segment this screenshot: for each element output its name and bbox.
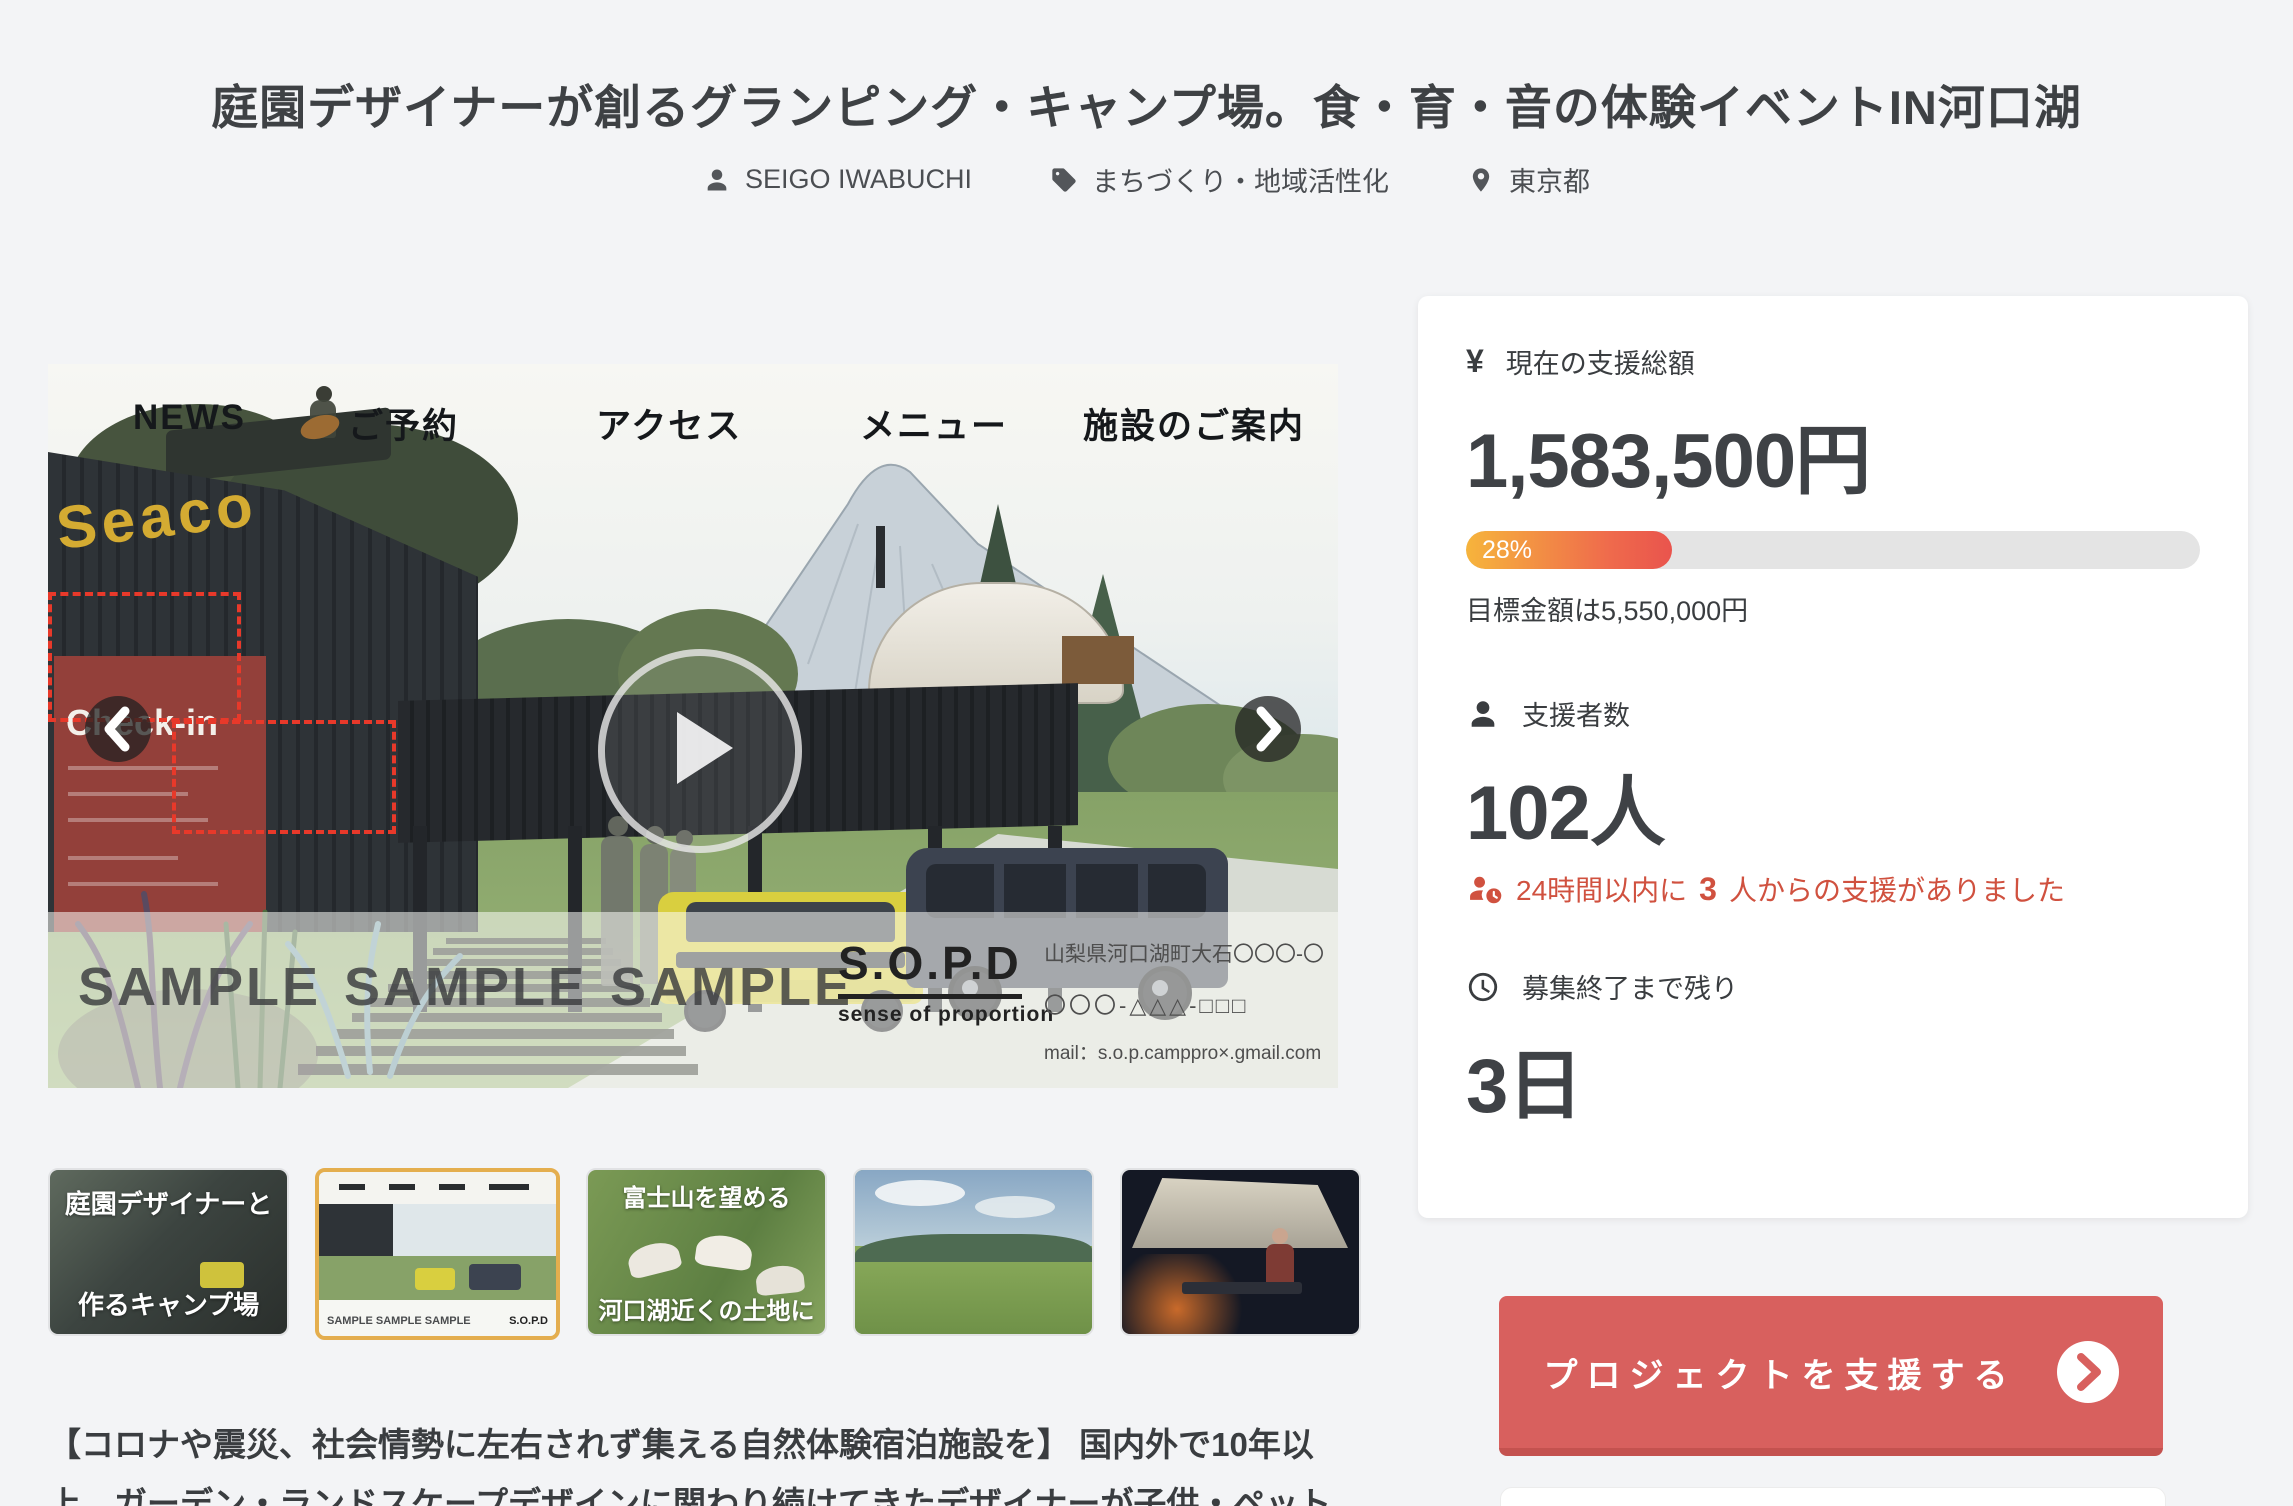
page-title: 庭園デザイナーが創るグランピング・キャンプ場。食・育・音の体験イベントIN河口湖 <box>0 69 2293 138</box>
thumbnail-strip: 庭園デザイナーと 作るキャンプ場 SAMPLE SAMPLE SAMPLE S.… <box>48 1168 1344 1340</box>
backers-row: 支援者数 <box>1466 694 2200 733</box>
person-icon <box>703 166 731 194</box>
sopd-logo-title: S.O.P.D <box>838 936 1022 999</box>
sample-watermark: SAMPLE <box>78 956 321 1018</box>
funding-stats-card: ¥ 現在の支援総額 1,583,500円 28% 目標金額は5,550,000円… <box>1418 296 2248 1218</box>
chevron-right-icon <box>2057 1341 2119 1403</box>
clock-icon <box>1466 970 1500 1004</box>
backers-label: 支援者数 <box>1522 694 1630 733</box>
progress-bar: 28% <box>1466 531 2200 569</box>
reward-card-partial <box>1500 1487 2166 1506</box>
address-block: 山梨県河口湖町大石〇〇〇-〇 〇〇〇-△△△-□□□ mail：s.o.p.ca… <box>1044 938 1338 1065</box>
address-line-2: 〇〇〇-△△△-□□□ <box>1044 988 1338 1020</box>
author-link[interactable]: SEIGO IWABUCHI <box>703 164 972 195</box>
total-row: ¥ 現在の支援総額 <box>1466 342 2200 381</box>
person-icon <box>1466 697 1500 731</box>
hero-nav-guide: 施設のご案内 <box>1083 398 1305 449</box>
thumb1-caption-bottom: 作るキャンプ場 <box>50 1285 287 1322</box>
person-clock-icon <box>1466 872 1504 906</box>
thumbnail-2-selected[interactable]: SAMPLE SAMPLE SAMPLE S.O.P.D <box>315 1168 560 1340</box>
pin-icon <box>1467 166 1495 194</box>
thumbnail-1[interactable]: 庭園デザイナーと 作るキャンプ場 <box>48 1168 289 1336</box>
category-label: まちづくり・地域活性化 <box>1092 160 1389 199</box>
hero-nav-menu: メニュー <box>860 398 1008 449</box>
thumb2-mini-watermark: SAMPLE SAMPLE SAMPLE <box>327 1315 471 1327</box>
project-meta: SEIGO IWABUCHI まちづくり・地域活性化 東京都 <box>0 160 2293 199</box>
thumbnail-4[interactable] <box>853 1168 1094 1336</box>
deadline-label: 募集終了まで残り <box>1522 967 1738 1006</box>
recent-prefix: 24時間以内に <box>1516 869 1687 909</box>
red-dashed-box-2 <box>172 720 396 834</box>
days-left: 3日 <box>1466 1024 2200 1134</box>
hero-nav-access: アクセス <box>596 398 742 449</box>
support-project-button[interactable]: プロジェクトを支援する <box>1499 1296 2163 1456</box>
tag-icon <box>1050 166 1078 194</box>
yen-icon: ¥ <box>1466 343 1484 380</box>
chevron-right-icon <box>1235 696 1301 762</box>
thumb3-caption-bottom: 河口湖近くの土地に <box>588 1291 825 1326</box>
thumbnail-5[interactable] <box>1120 1168 1361 1336</box>
sample-watermark: SAMPLE <box>344 956 587 1018</box>
hero-nav-labels: NEWS ご予約 アクセス メニュー 施設のご案内 <box>48 398 1338 448</box>
cta-arrow-circle <box>2057 1341 2119 1403</box>
location-link[interactable]: 東京都 <box>1467 160 1590 199</box>
recent-count: 3 <box>1699 871 1717 908</box>
hero-nav-reserve: ご予約 <box>348 398 459 449</box>
total-amount: 1,583,500円 <box>1466 399 2200 509</box>
project-description: 【コロナや震災、社会情勢に左右されず集える自然体験宿泊施設を】 国内外で10年以… <box>48 1415 1348 1506</box>
location-label: 東京都 <box>1509 160 1590 199</box>
thumb3-caption-top: 富士山を望める <box>588 1178 825 1213</box>
recent-backers-note: 24時間以内に 3 人からの支援がありました <box>1466 869 2200 909</box>
thumb2-mini-logo: S.O.P.D <box>509 1315 548 1327</box>
play-button[interactable] <box>598 649 802 853</box>
hero-video-thumbnail[interactable]: NEWS ご予約 アクセス メニュー 施設のご案内 Seaco Check-in <box>48 364 1338 1088</box>
total-label: 現在の支援総額 <box>1506 342 1695 381</box>
chevron-left-icon <box>85 696 151 762</box>
progress-fill: 28% <box>1466 531 1672 569</box>
progress-label: 28% <box>1466 536 1532 565</box>
sopd-logo-tagline: sense of proportion <box>838 1003 1054 1027</box>
play-icon <box>677 712 733 784</box>
sopd-logo: S.O.P.D sense of proportion <box>838 936 1054 1027</box>
sample-watermark: SAMPLE <box>610 956 853 1018</box>
hero-nav-news: NEWS <box>133 398 246 438</box>
deadline-row: 募集終了まで残り <box>1466 967 2200 1006</box>
author-name: SEIGO IWABUCHI <box>745 164 972 195</box>
backers-count: 102人 <box>1466 751 2200 861</box>
support-button-label: プロジェクトを支援する <box>1544 1348 2017 1397</box>
carousel-next-button[interactable] <box>1235 696 1301 762</box>
thumb1-caption-top: 庭園デザイナーと <box>50 1184 287 1221</box>
address-line-1: 山梨県河口湖町大石〇〇〇-〇 <box>1044 938 1338 968</box>
recent-suffix: 人からの支援がありました <box>1729 869 2065 909</box>
carousel-prev-button[interactable] <box>85 696 151 762</box>
thumbnail-3[interactable]: 富士山を望める 河口湖近くの土地に <box>586 1168 827 1336</box>
address-line-3: mail：s.o.p.camppro×.gmail.com <box>1044 1038 1338 1065</box>
category-link[interactable]: まちづくり・地域活性化 <box>1050 160 1389 199</box>
project-page: 庭園デザイナーが創るグランピング・キャンプ場。食・育・音の体験イベントIN河口湖… <box>0 0 2293 1506</box>
goal-text: 目標金額は5,550,000円 <box>1466 589 2200 628</box>
